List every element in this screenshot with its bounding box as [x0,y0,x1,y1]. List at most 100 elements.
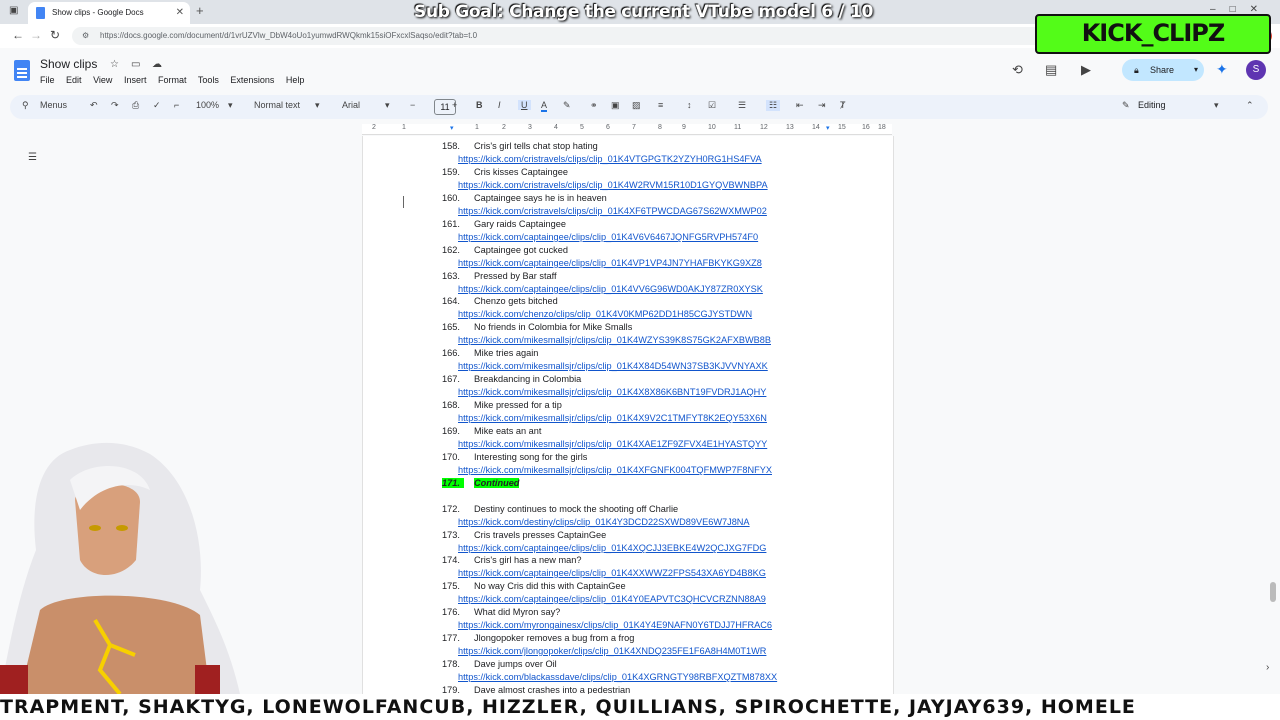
clip-title[interactable]: No way Cris did this with CaptainGee [474,581,626,591]
menu-view[interactable]: View [93,75,112,85]
back-icon[interactable]: ← [12,28,24,42]
clip-title[interactable]: Jlongopoker removes a bug from a frog [474,633,634,643]
clip-title[interactable]: Cris's girl tells chat stop hating [474,141,598,151]
comments-icon[interactable]: ▤ [1045,62,1057,78]
zoom-chevron-icon[interactable]: ▾ [228,100,233,111]
menu-file[interactable]: File [40,75,55,85]
clip-title[interactable]: Breakdancing in Colombia [474,374,581,384]
spellcheck-icon[interactable]: ✓ [153,100,161,111]
zoom-select[interactable]: 100% [196,100,219,110]
font-select[interactable]: Arial [342,100,360,110]
numbered-list-icon[interactable]: ☷ [766,100,781,111]
clip-link[interactable]: https://kick.com/captaingee/clips/clip_0… [458,258,762,268]
side-panel-toggle-icon[interactable]: › [1266,662,1269,673]
clip-title[interactable]: No friends in Colombia for Mike Smalls [474,322,632,332]
menu-tools[interactable]: Tools [198,75,219,85]
document-title[interactable]: Show clips [40,57,97,71]
image-icon[interactable]: ▨ [632,100,641,111]
clip-title[interactable]: Continued [474,478,520,488]
meet-icon[interactable]: ▶ [1081,62,1091,78]
increase-indent-icon[interactable]: ⇥ [818,100,826,111]
clip-title[interactable]: Gary raids Captaingee [474,219,566,229]
clip-title[interactable]: Cris kisses Captaingee [474,167,568,177]
clip-title[interactable]: Mike eats an ant [474,426,541,436]
clip-link[interactable]: https://kick.com/myrongainesx/clips/clip… [458,620,772,630]
clip-link[interactable]: https://kick.com/mikesmallsjr/clips/clip… [458,465,772,475]
version-history-icon[interactable]: ⟲ [1012,62,1023,78]
clip-link[interactable]: https://kick.com/captaingee/clips/clip_0… [458,594,766,604]
move-folder-icon[interactable]: ▭ [131,59,140,70]
line-spacing-icon[interactable]: ↕ [687,100,692,110]
menu-help[interactable]: Help [286,75,305,85]
clip-link[interactable]: https://kick.com/chenzo/clips/clip_01K4V… [458,309,752,319]
reload-icon[interactable]: ↻ [50,28,60,42]
star-icon[interactable]: ☆ [110,59,119,70]
cloud-status-icon[interactable]: ☁ [152,59,162,70]
clip-link[interactable]: https://kick.com/mikesmallsjr/clips/clip… [458,413,767,423]
clip-title[interactable]: What did Myron say? [474,607,560,617]
paint-format-icon[interactable]: ⌐ [174,100,179,110]
clip-title[interactable]: Cris's girl has a new man? [474,555,581,565]
style-select[interactable]: Normal text [254,100,300,110]
new-tab-icon[interactable]: + [196,3,204,18]
clip-title[interactable]: Captaingee says he is in heaven [474,193,607,203]
comment-icon[interactable]: ▣ [611,100,620,111]
right-indent-marker-icon[interactable]: ▾ [826,124,830,132]
search-icon[interactable]: ⚲ [22,100,29,111]
clip-link[interactable]: https://kick.com/jlongopoker/clips/clip_… [458,646,766,656]
decrease-indent-icon[interactable]: ⇤ [796,100,804,111]
menu-insert[interactable]: Insert [124,75,147,85]
indent-marker-icon[interactable]: ▾ [450,124,454,132]
underline-icon[interactable]: U [518,100,531,110]
clip-link[interactable]: https://kick.com/captaingee/clips/clip_0… [458,284,763,294]
forward-icon[interactable]: → [30,28,42,42]
clip-title[interactable]: Interesting song for the girls [474,452,587,462]
clip-title[interactable]: Pressed by Bar staff [474,271,557,281]
link-icon[interactable]: ⚭ [590,100,598,111]
clear-formatting-icon[interactable]: Ⱦ [840,100,846,110]
print-icon[interactable]: ⎙ [132,100,139,111]
collapse-toolbar-icon[interactable]: ⌃ [1246,100,1254,111]
menu-format[interactable]: Format [158,75,187,85]
clip-title[interactable]: Dave jumps over Oil [474,659,557,669]
decrease-font-icon[interactable]: − [410,100,415,110]
chevron-down-icon[interactable]: ▾ [1194,59,1198,81]
gemini-icon[interactable]: ✦ [1216,61,1228,78]
clip-link[interactable]: https://kick.com/cristravels/clips/clip_… [458,180,768,190]
clip-title[interactable]: Captaingee got cucked [474,245,568,255]
align-icon[interactable]: ≡ [658,100,663,110]
mode-chevron-icon[interactable]: ▾ [1214,100,1219,111]
clip-link[interactable]: https://kick.com/mikesmallsjr/clips/clip… [458,439,767,449]
checklist-icon[interactable]: ☑ [708,100,716,111]
bold-icon[interactable]: B [476,100,483,110]
clip-link[interactable]: https://kick.com/captaingee/clips/clip_0… [458,232,758,242]
bulleted-list-icon[interactable]: ☰ [738,100,746,111]
increase-font-icon[interactable]: + [452,100,457,110]
menus-search[interactable]: Menus [40,100,67,110]
clip-title[interactable]: Destiny continues to mock the shooting o… [474,504,678,514]
clip-link[interactable]: https://kick.com/cristravels/clips/clip_… [458,206,767,216]
text-color-icon[interactable]: A [541,100,548,112]
clip-link[interactable]: https://kick.com/blackassdave/clips/clip… [458,672,777,682]
highlight-icon[interactable]: ✎ [563,100,571,111]
clip-title[interactable]: Chenzo gets bitched [474,296,558,306]
menu-edit[interactable]: Edit [66,75,82,85]
clip-link[interactable]: https://kick.com/captaingee/clips/clip_0… [458,568,766,578]
site-info-icon[interactable]: ⚙ [82,27,89,45]
docs-logo-icon[interactable] [14,60,30,81]
browser-tab[interactable]: Show clips - Google Docs ✕ [28,2,190,24]
clip-link[interactable]: https://kick.com/destiny/clips/clip_01K4… [458,517,750,527]
font-chevron-icon[interactable]: ▾ [385,100,390,111]
avatar[interactable]: S [1246,60,1266,80]
clip-title[interactable]: Mike pressed for a tip [474,400,562,410]
clip-link[interactable]: https://kick.com/captaingee/clips/clip_0… [458,543,766,553]
document-outline-icon[interactable]: ☰ [28,152,37,163]
close-tab-icon[interactable]: ✕ [176,2,184,24]
italic-icon[interactable]: I [498,100,501,110]
tab-search-icon[interactable]: ▣ [9,5,18,16]
scrollbar-thumb[interactable] [1270,582,1276,602]
clip-link[interactable]: https://kick.com/mikesmallsjr/clips/clip… [458,361,768,371]
ruler[interactable]: 2 1 ▾ 1 2 3 4 5 6 7 8 9 10 11 12 13 ▾ 14… [362,124,892,135]
redo-icon[interactable]: ↷ [111,100,119,111]
clip-link[interactable]: https://kick.com/cristravels/clips/clip_… [458,154,762,164]
